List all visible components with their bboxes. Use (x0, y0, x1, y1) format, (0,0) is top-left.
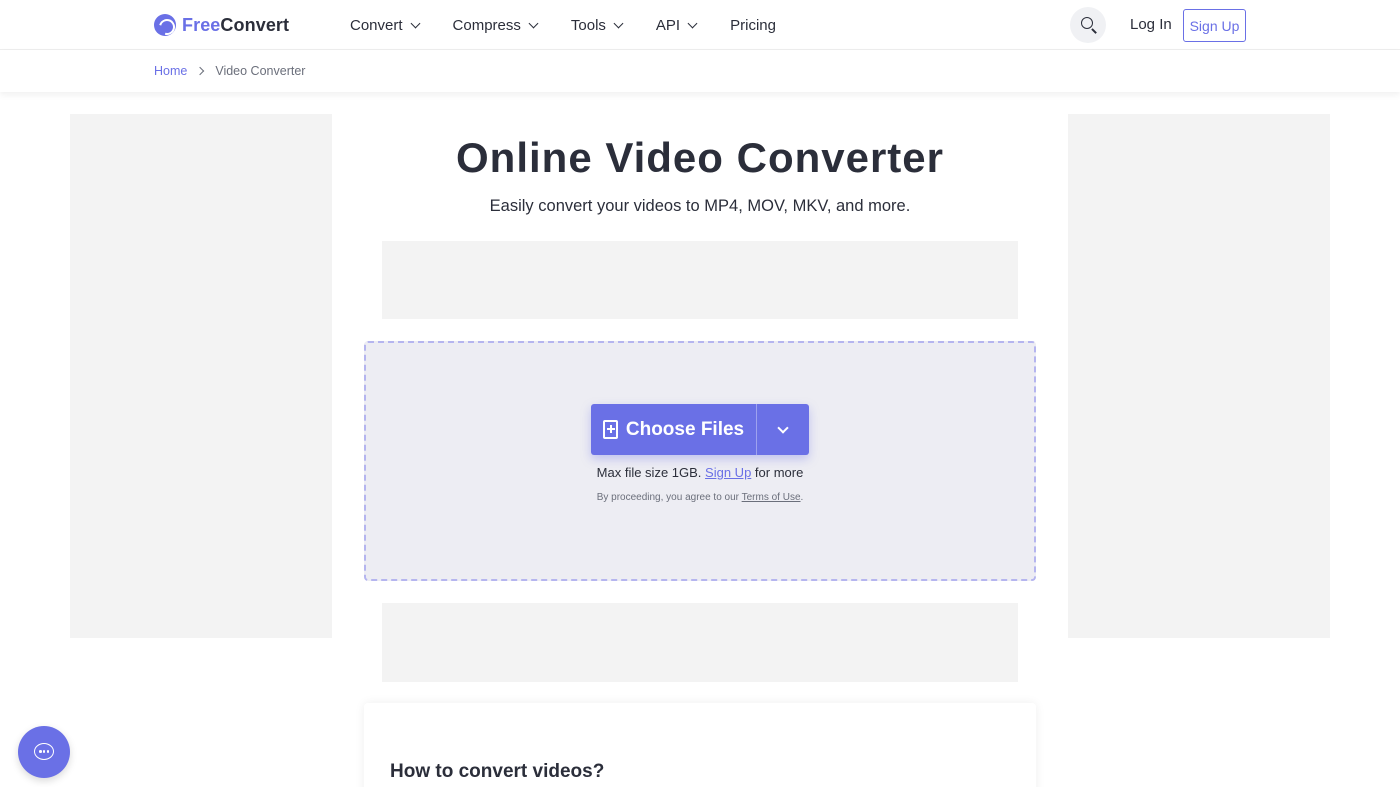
nav-compress[interactable]: Compress (452, 16, 539, 34)
logo-convert-text: Convert (220, 14, 290, 35)
ad-placeholder-bottom (382, 603, 1018, 682)
breadcrumb-bar: Home Video Converter (0, 50, 1400, 92)
terms-note: By proceeding, you agree to our Terms of… (0, 492, 1400, 503)
nav-api[interactable]: API (655, 16, 698, 34)
nav-pricing-label: Pricing (730, 16, 776, 34)
file-add-icon-plus-h (606, 428, 615, 430)
signup-button[interactable]: Sign Up (1183, 9, 1246, 42)
nav-tools[interactable]: Tools (570, 16, 624, 34)
page-title: Online Video Converter (456, 134, 944, 181)
how-to-title: How to convert videos? (390, 761, 605, 782)
file-add-icon (602, 420, 618, 439)
search-button[interactable] (1070, 7, 1106, 43)
nav-convert-label: Convert (350, 16, 403, 34)
how-to-card: How to convert videos? (364, 703, 1036, 787)
chevron-right-icon (196, 66, 205, 76)
nav-compress-label: Compress (452, 16, 521, 34)
search-icon (1081, 17, 1093, 29)
nav-convert[interactable]: Convert (350, 16, 420, 34)
chat-button[interactable] (18, 726, 70, 778)
login-link[interactable]: Log In (1130, 16, 1172, 33)
signup-link[interactable]: Sign Up (705, 465, 751, 480)
nav-tools-label: Tools (570, 16, 606, 34)
top-navbar: FreeConvert Convert Compress Tools API P… (0, 0, 1400, 50)
logo-free-text: Free (182, 14, 221, 35)
chevron-down-icon (613, 18, 624, 28)
max-size-text: Max file size 1GB. (596, 465, 702, 480)
page-subtitle: Easily convert your videos to MP4, MOV, … (489, 197, 911, 215)
ad-placeholder-left (70, 114, 332, 638)
terms-suffix: . (800, 492, 804, 503)
chevron-down-icon (777, 421, 789, 434)
main-nav: Convert Compress Tools API Pricing (350, 0, 810, 50)
breadcrumb-home[interactable]: Home (154, 64, 187, 78)
chevron-down-icon (687, 18, 698, 28)
max-size-suffix: for more (754, 465, 804, 480)
choose-files-button[interactable]: Choose Files (591, 404, 757, 455)
choose-files-label: Choose Files (625, 418, 745, 440)
choose-files-group: Choose Files (591, 404, 809, 455)
logo-icon (154, 14, 176, 36)
terms-of-use-link[interactable]: Terms of Use (742, 492, 801, 503)
search-icon-handle (1091, 28, 1097, 34)
nav-pricing[interactable]: Pricing (730, 17, 776, 34)
chat-dots (39, 750, 49, 753)
freeconvert-logo[interactable]: FreeConvert (154, 13, 289, 37)
ad-placeholder-right (1068, 114, 1330, 638)
terms-prefix: By proceeding, you agree to our (596, 492, 740, 503)
chevron-down-icon (410, 18, 420, 28)
breadcrumb: Home Video Converter (154, 64, 305, 78)
nav-api-label: API (655, 16, 681, 34)
logo-text: FreeConvert (182, 15, 289, 36)
chevron-down-icon (528, 18, 539, 28)
choose-files-dropdown[interactable] (757, 404, 809, 455)
ad-placeholder-top (382, 241, 1018, 319)
max-file-size-note: Max file size 1GB. Sign Up for more (0, 465, 1400, 480)
breadcrumb-current: Video Converter (215, 64, 306, 78)
file-dropzone[interactable] (364, 341, 1036, 581)
